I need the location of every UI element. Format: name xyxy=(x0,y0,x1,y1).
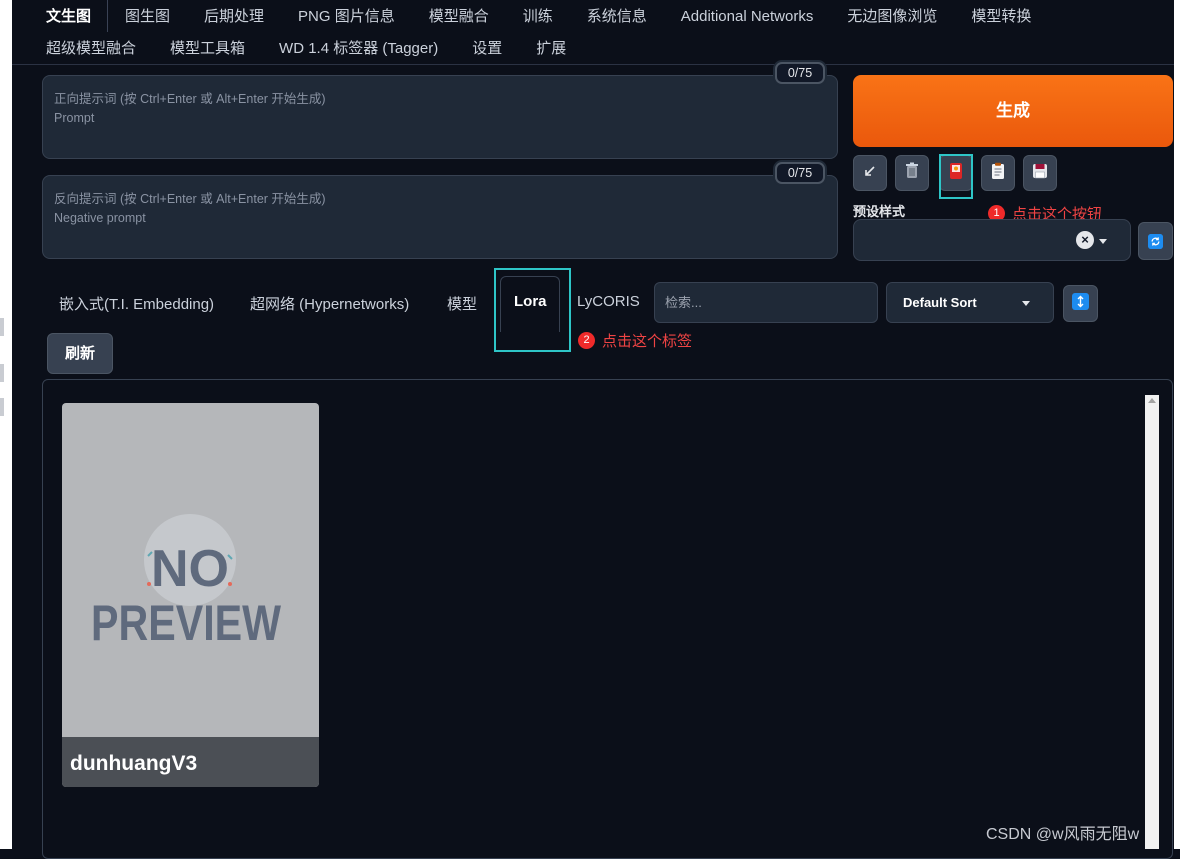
clear-styles-icon[interactable]: × xyxy=(1076,231,1094,249)
clipboard-icon xyxy=(990,162,1006,185)
highlight-box-button xyxy=(939,154,973,199)
trash-icon xyxy=(904,162,920,185)
apply-style-button[interactable] xyxy=(981,155,1015,191)
tab-settings[interactable]: 设置 xyxy=(455,32,519,64)
tab-extensions[interactable]: 扩展 xyxy=(519,32,583,64)
sort-order-icon xyxy=(1072,292,1089,315)
tab-tagger[interactable]: WD 1.4 标签器 (Tagger) xyxy=(262,32,455,64)
save-style-button[interactable] xyxy=(1023,155,1057,191)
tab-textual-inversion[interactable]: 嵌入式(T.I. Embedding) xyxy=(59,293,214,314)
sort-value: Default Sort xyxy=(903,295,977,310)
negative-prompt-input[interactable]: 反向提示词 (按 Ctrl+Enter 或 Alt+Enter 开始生成) Ne… xyxy=(42,175,838,259)
tab-train[interactable]: 训练 xyxy=(506,0,570,32)
scroll-up-icon[interactable] xyxy=(1148,398,1156,403)
negative-token-counter: 0/75 xyxy=(775,162,825,184)
no-preview-image: NO PREVIEW xyxy=(62,403,319,737)
refresh-styles-button[interactable] xyxy=(1138,222,1173,260)
tab-super-merger[interactable]: 超级模型融合 xyxy=(12,32,153,64)
prompt-placeholder-en: Prompt xyxy=(54,111,95,125)
tab-extras[interactable]: 后期处理 xyxy=(187,0,281,32)
negative-prompt-placeholder: 反向提示词 (按 Ctrl+Enter 或 Alt+Enter 开始生成) xyxy=(54,192,326,206)
styles-dropdown[interactable]: × xyxy=(853,219,1131,261)
extra-networks-search-input[interactable]: 检索... xyxy=(654,282,878,323)
border-tick xyxy=(0,364,4,382)
arrow-icon xyxy=(863,164,877,183)
main-tabs-row-2: 超级模型融合 模型工具箱 WD 1.4 标签器 (Tagger) 设置 扩展 xyxy=(12,32,1174,65)
tab-model-converter[interactable]: 模型转换 xyxy=(954,0,1048,32)
chevron-down-icon xyxy=(1022,301,1030,306)
prompt-placeholder: 正向提示词 (按 Ctrl+Enter 或 Alt+Enter 开始生成) xyxy=(54,92,326,106)
watermark: CSDN @w风雨无阻w xyxy=(986,826,1140,843)
tab-checkpoints[interactable]: 模型 xyxy=(447,293,477,314)
tab-model-toolkit[interactable]: 模型工具箱 xyxy=(153,32,262,64)
border-tick xyxy=(0,398,4,416)
sort-dropdown[interactable]: Default Sort xyxy=(886,282,1054,323)
border-tick xyxy=(0,318,4,336)
tab-lycoris[interactable]: LyCORIS xyxy=(577,293,640,310)
no-preview-word-2: PREVIEW xyxy=(91,595,282,651)
clear-prompt-button[interactable] xyxy=(895,155,929,191)
lora-card[interactable]: NO PREVIEW dunhuangV3 xyxy=(62,403,319,787)
window-left-border xyxy=(0,0,12,849)
tab-checkpoint-merger[interactable]: 模型融合 xyxy=(412,0,506,32)
sort-direction-button[interactable] xyxy=(1063,285,1098,322)
tab-img2img[interactable]: 图生图 xyxy=(108,0,187,32)
tab-hypernetworks[interactable]: 超网络 (Hypernetworks) xyxy=(250,293,409,314)
read-params-button[interactable] xyxy=(853,155,887,191)
main-tabs-row-1: 文生图 图生图 后期处理 PNG 图片信息 模型融合 训练 系统信息 Addit… xyxy=(12,0,1174,32)
prompt-input[interactable]: 正向提示词 (按 Ctrl+Enter 或 Alt+Enter 开始生成) Pr… xyxy=(42,75,838,159)
window-right-border xyxy=(1174,0,1180,849)
vertical-scrollbar[interactable] xyxy=(1145,395,1159,849)
tab-png-info[interactable]: PNG 图片信息 xyxy=(281,0,412,32)
styles-label: 预设样式 xyxy=(853,204,906,219)
no-preview-word-1: NO xyxy=(151,540,229,598)
tab-image-browser[interactable]: 无边图像浏览 xyxy=(830,0,954,32)
prompt-token-counter: 0/75 xyxy=(775,62,825,84)
lora-card-caption: dunhuangV3 xyxy=(62,737,319,787)
annotation-text-2: 点击这个标签 xyxy=(602,333,693,350)
generate-button[interactable]: 生成 xyxy=(853,75,1173,147)
tab-additional-networks[interactable]: Additional Networks xyxy=(664,0,831,32)
annotation-step-2: 2 点击这个标签 xyxy=(578,330,692,351)
highlight-box-tab xyxy=(494,268,571,352)
annotation-number-2: 2 xyxy=(578,332,595,349)
tab-txt2img[interactable]: 文生图 xyxy=(12,0,109,32)
lora-card-name: dunhuangV3 xyxy=(70,752,198,775)
refresh-icon xyxy=(1148,233,1163,249)
negative-prompt-placeholder-en: Negative prompt xyxy=(54,211,146,225)
tab-system-info[interactable]: 系统信息 xyxy=(570,0,664,32)
refresh-button[interactable]: 刷新 xyxy=(47,333,113,374)
chevron-down-icon xyxy=(1099,239,1107,244)
save-icon xyxy=(1032,163,1048,184)
